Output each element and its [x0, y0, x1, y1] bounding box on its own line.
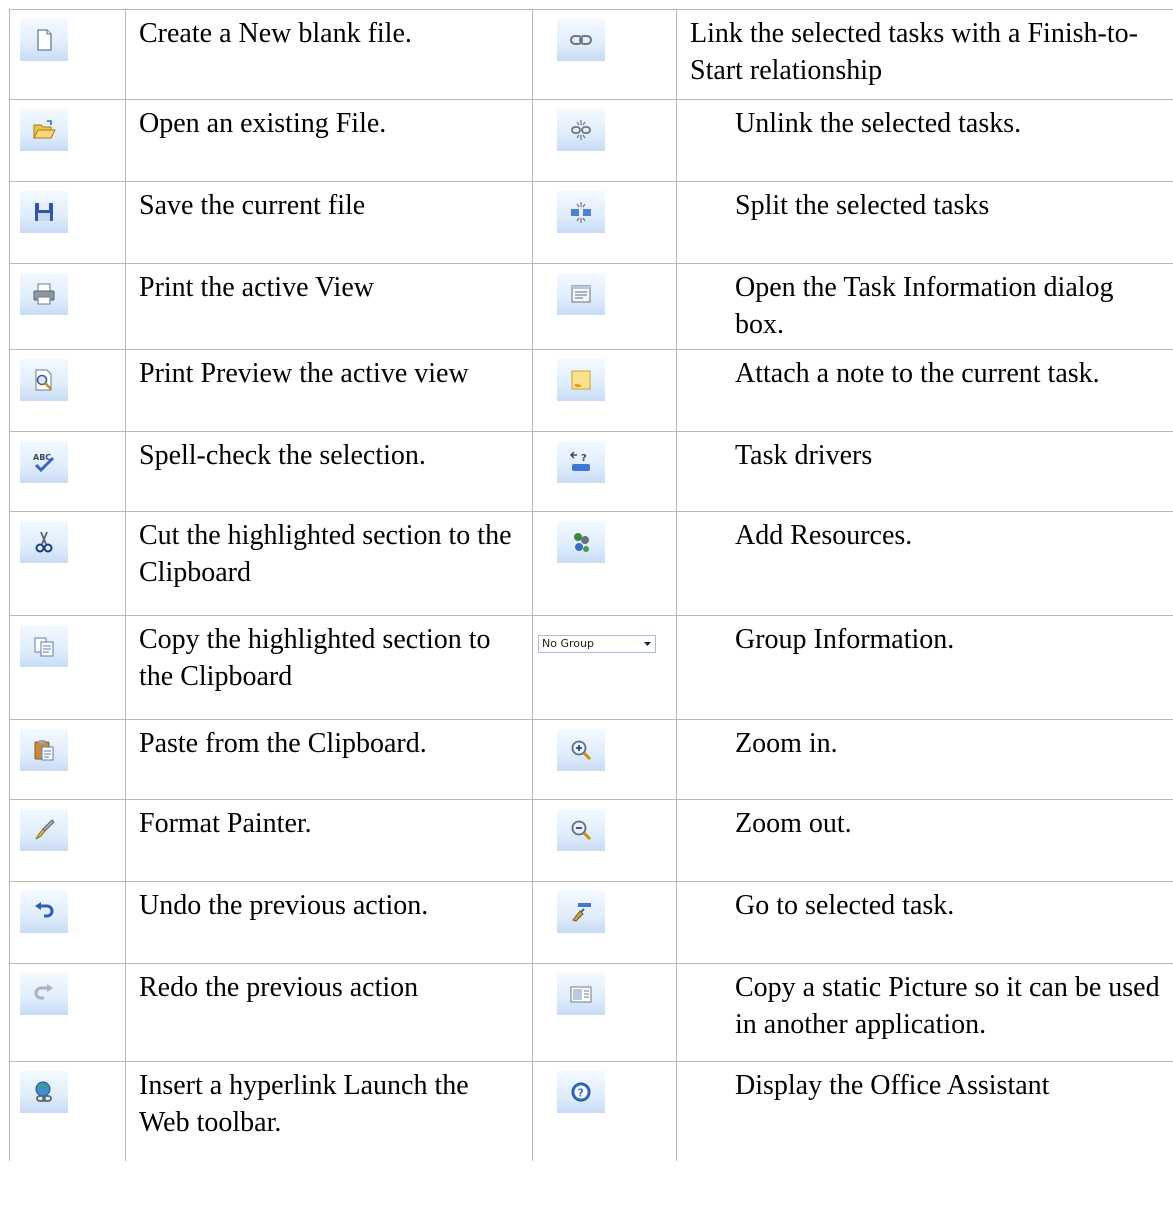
office-assistant-help-icon[interactable]: ? — [557, 1071, 605, 1113]
table-row: Print the active View Open the Task Info… — [9, 263, 1173, 350]
task-drivers-icon[interactable]: ? — [557, 441, 605, 483]
description: Open the Task Information dialog box. — [676, 263, 1173, 350]
unlink-tasks-icon[interactable] — [557, 109, 605, 151]
table-row: Undo the previous action. Go to selected… — [9, 881, 1173, 964]
description: Spell-check the selection. — [125, 431, 533, 512]
zoom-out-icon[interactable] — [557, 809, 605, 851]
description: Save the current file — [125, 181, 533, 264]
copy-icon[interactable] — [20, 625, 68, 667]
table-row: Copy the highlighted section to the Clip… — [9, 615, 1173, 720]
table-row: Cut the highlighted section to the Clipb… — [9, 511, 1173, 616]
description: Print the active View — [125, 263, 533, 350]
description: Create a New blank file. — [125, 9, 533, 100]
save-disk-icon[interactable] — [20, 191, 68, 233]
table-row: Print Preview the active view Attach a n… — [9, 349, 1173, 432]
format-painter-icon[interactable] — [20, 809, 68, 851]
table-row: Save the current file Split the selected… — [9, 181, 1173, 264]
spell-check-icon[interactable]: ABC — [20, 441, 68, 483]
description: Add Resources. — [676, 511, 1173, 616]
description: Unlink the selected tasks. — [676, 99, 1173, 182]
description: Undo the previous action. — [125, 881, 533, 964]
table-row: Insert a hyperlink Launch the Web toolba… — [9, 1061, 1173, 1161]
group-dropdown[interactable]: No Group — [538, 635, 656, 653]
description: Display the Office Assistant — [676, 1061, 1173, 1161]
description: Redo the previous action — [125, 963, 533, 1062]
table-row: Redo the previous action Copy a static P… — [9, 963, 1173, 1062]
table-row: Open an existing File. Unlink the select… — [9, 99, 1173, 182]
description: Cut the highlighted section to the Clipb… — [125, 511, 533, 616]
description: Attach a note to the current task. — [676, 349, 1173, 432]
description: Go to selected task. — [676, 881, 1173, 964]
copy-picture-icon[interactable] — [557, 973, 605, 1015]
description: Copy a static Picture so it can be used … — [676, 963, 1173, 1062]
link-tasks-icon[interactable] — [557, 19, 605, 61]
description: Print Preview the active view — [125, 349, 533, 432]
description: Copy the highlighted section to the Clip… — [125, 615, 533, 720]
description: Split the selected tasks — [676, 181, 1173, 264]
table-row: Paste from the Clipboard. Zoom in. — [9, 719, 1173, 800]
undo-icon[interactable] — [20, 891, 68, 933]
task-information-icon[interactable] — [557, 273, 605, 315]
go-to-task-icon[interactable] — [557, 891, 605, 933]
split-task-icon[interactable] — [557, 191, 605, 233]
redo-icon[interactable] — [20, 973, 68, 1015]
chevron-down-icon[interactable] — [639, 636, 655, 652]
print-preview-icon[interactable] — [20, 359, 68, 401]
description: Group Information. — [676, 615, 1173, 720]
add-resources-icon[interactable] — [557, 521, 605, 563]
zoom-in-icon[interactable] — [557, 729, 605, 771]
paste-icon[interactable] — [20, 729, 68, 771]
table-row: Create a New blank file. Link the select… — [9, 9, 1173, 100]
description: Insert a hyperlink Launch the Web toolba… — [125, 1061, 533, 1161]
description: Zoom out. — [676, 799, 1173, 882]
new-file-icon[interactable] — [20, 19, 68, 61]
description: Task drivers — [676, 431, 1173, 512]
description: Open an existing File. — [125, 99, 533, 182]
description: Zoom in. — [676, 719, 1173, 800]
toolbar-reference-table: Create a New blank file. Link the select… — [9, 9, 1173, 1161]
open-folder-icon[interactable] — [20, 109, 68, 151]
svg-text:?: ? — [578, 1087, 584, 1100]
table-row: ABC Spell-check the selection. ? Task dr… — [9, 431, 1173, 512]
description: Paste from the Clipboard. — [125, 719, 533, 800]
table-row: Format Painter. Zoom out. — [9, 799, 1173, 882]
printer-icon[interactable] — [20, 273, 68, 315]
group-dropdown-value: No Group — [542, 637, 594, 650]
insert-hyperlink-icon[interactable] — [20, 1071, 68, 1113]
description: Format Painter. — [125, 799, 533, 882]
description: Link the selected tasks with a Finish-to… — [676, 9, 1173, 100]
scissors-icon[interactable] — [20, 521, 68, 563]
svg-text:?: ? — [581, 453, 587, 464]
task-note-icon[interactable] — [557, 359, 605, 401]
